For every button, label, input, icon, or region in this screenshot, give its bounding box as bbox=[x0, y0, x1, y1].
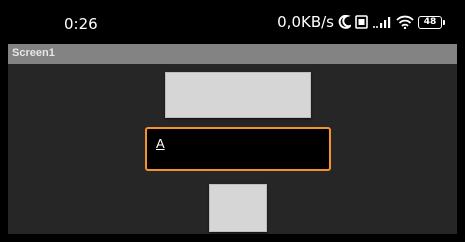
text-input-field[interactable]: A bbox=[145, 127, 331, 171]
bottom-button[interactable] bbox=[209, 184, 267, 232]
moon-icon bbox=[338, 15, 351, 29]
screen-content: A bbox=[8, 64, 457, 234]
status-time: 0:26 bbox=[64, 15, 98, 33]
title-bar: Screen1 bbox=[8, 44, 457, 64]
phone-screen: 0:26 0,0KB/s 48 Screen1 A bbox=[0, 0, 465, 242]
bottom-edge bbox=[0, 234, 465, 242]
status-bar: 0:26 0,0KB/s 48 bbox=[0, 0, 465, 44]
screen-title: Screen1 bbox=[12, 47, 55, 59]
status-indicators: 0,0KB/s 48 bbox=[277, 13, 445, 31]
text-field-value: A bbox=[156, 136, 165, 151]
signal-icon bbox=[372, 15, 392, 29]
battery-level: 48 bbox=[418, 15, 442, 29]
top-button[interactable] bbox=[165, 72, 311, 118]
sim-icon bbox=[355, 15, 368, 29]
wifi-icon bbox=[396, 15, 414, 29]
network-speed: 0,0KB/s bbox=[277, 13, 334, 31]
battery-icon: 48 bbox=[418, 15, 445, 29]
